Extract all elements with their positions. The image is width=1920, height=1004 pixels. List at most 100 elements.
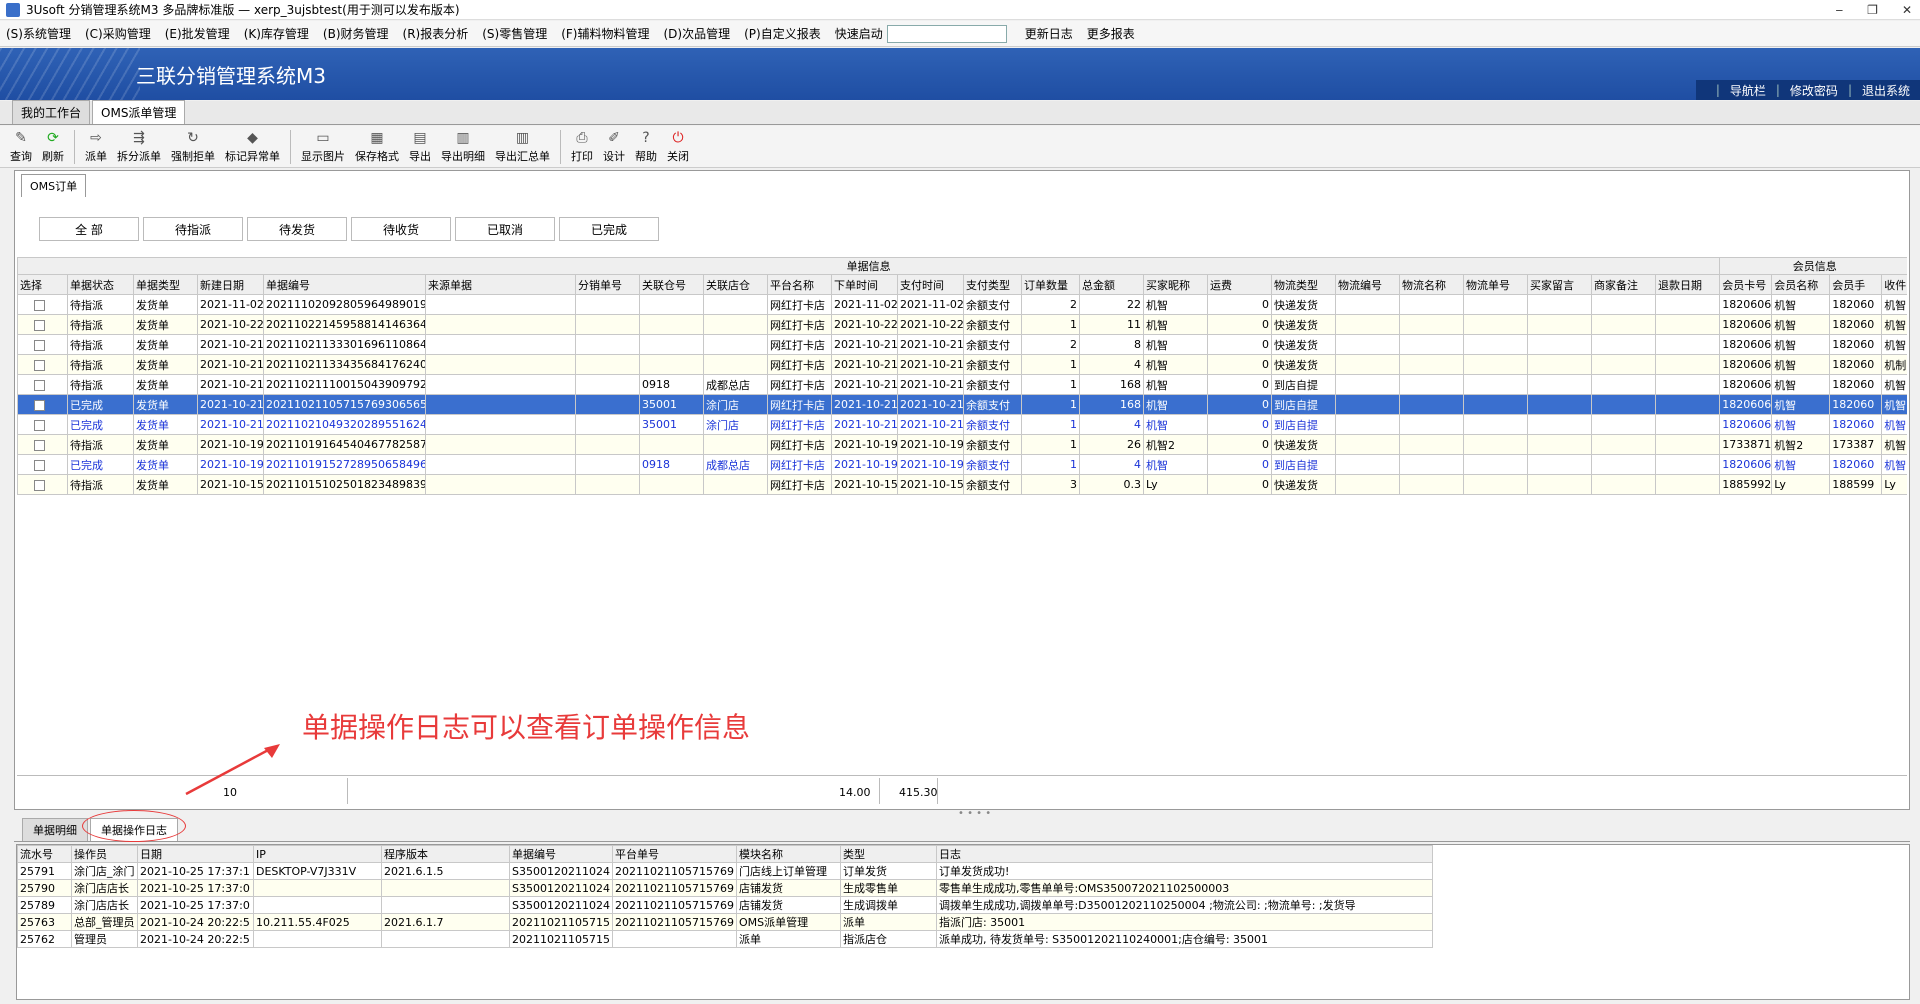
log-column-header[interactable]: IP (253, 845, 382, 863)
column-header[interactable]: 支付时间 (897, 274, 964, 295)
dispatch-button[interactable]: ⇨ 派单 (85, 130, 107, 164)
row-select-cell[interactable] (17, 414, 68, 435)
minimize-button[interactable]: ‒ (1836, 3, 1844, 17)
row-select-cell[interactable] (17, 434, 68, 455)
export-detail-button[interactable]: ▥ 导出明细 (441, 130, 485, 164)
log-row[interactable]: 25763 总部_管理员 2021-10-24 20:22:5 10.211.55.4… (17, 913, 1433, 931)
log-column-header[interactable]: 单据编号 (509, 845, 613, 863)
log-column-header[interactable]: 日期 (137, 845, 254, 863)
query-button[interactable]: ✎ 查询 (10, 130, 32, 164)
column-header[interactable]: 物流类型 (1271, 274, 1336, 295)
column-header[interactable]: 新建日期 (197, 274, 264, 295)
table-row[interactable]: 待指派 发货单 2021-10-21 20211021133435684176240 网… (17, 354, 1907, 375)
menu-reports[interactable]: (R)报表分析 (403, 25, 469, 42)
log-row[interactable]: 25762 管理员 2021-10-24 20:22:5 20211021105715… (17, 930, 1433, 948)
tab-my-workbench[interactable]: 我的工作台 (12, 100, 91, 124)
export-summary-button[interactable]: ▥ 导出汇总单 (495, 130, 550, 164)
table-row[interactable]: 待指派 发货单 2021-10-19 20211019164540467782587 网… (17, 434, 1907, 455)
column-header[interactable]: 选择 (17, 274, 68, 295)
save-format-button[interactable]: ▦ 保存格式 (355, 130, 399, 164)
table-row[interactable]: 待指派 发货单 2021-10-22 20211022145958814146364 网… (17, 314, 1907, 335)
menu-system[interactable]: (S)系统管理 (6, 25, 71, 42)
row-checkbox[interactable] (34, 359, 45, 371)
menu-changelog[interactable]: 更新日志 (1025, 25, 1073, 42)
column-header[interactable]: 会员卡号 (1719, 274, 1773, 295)
refresh-button[interactable]: ⟳ 刷新 (42, 130, 64, 164)
row-select-cell[interactable] (17, 354, 68, 375)
row-checkbox[interactable] (34, 319, 45, 331)
column-header[interactable]: 退款日期 (1654, 274, 1721, 295)
row-checkbox[interactable] (34, 419, 45, 431)
tab-oms-dispatch[interactable]: OMS派单管理 (92, 100, 186, 124)
menu-materials[interactable]: (F)辅料物料管理 (561, 25, 649, 42)
column-header[interactable]: 总金额 (1079, 274, 1144, 295)
row-select-cell[interactable] (17, 454, 68, 475)
force-reject-button[interactable]: ↻ 强制拒单 (171, 130, 215, 164)
menu-retail[interactable]: (S)零售管理 (482, 25, 547, 42)
menu-custom-reports[interactable]: (P)自定义报表 (744, 25, 821, 42)
column-header[interactable]: 单据类型 (133, 274, 198, 295)
column-header[interactable]: 运费 (1207, 274, 1272, 295)
menu-defective[interactable]: (D)次品管理 (664, 25, 731, 42)
column-header[interactable]: 来源单据 (425, 274, 576, 295)
row-select-cell[interactable] (17, 334, 68, 355)
menu-inventory[interactable]: (K)库存管理 (244, 25, 309, 42)
row-select-cell[interactable] (17, 374, 68, 395)
filter-pending-ship-button[interactable]: 待发货 (247, 217, 347, 241)
tab-oms-orders[interactable]: OMS订单 (21, 174, 87, 197)
table-row[interactable]: 已完成 发货单 2021-10-21 20211021105715769306565 3… (17, 394, 1907, 415)
nav-bar-link[interactable]: 导航栏 (1730, 82, 1766, 99)
table-row[interactable]: 待指派 发货单 2021-10-15 20211015102501823489839 网… (17, 474, 1907, 495)
filter-all-button[interactable]: 全 部 (39, 217, 139, 241)
split-dispatch-button[interactable]: ⇶ 拆分派单 (117, 130, 161, 164)
column-header[interactable]: 关联店仓 (703, 274, 768, 295)
log-row[interactable]: 25789 涂门店店长 2021-10-25 17:37:0 S35001202110… (17, 896, 1433, 914)
filter-completed-button[interactable]: 已完成 (559, 217, 659, 241)
change-password-link[interactable]: 修改密码 (1790, 82, 1838, 99)
row-checkbox[interactable] (34, 339, 45, 351)
menu-wholesale[interactable]: (E)批发管理 (165, 25, 230, 42)
menu-finance[interactable]: (B)财务管理 (323, 25, 389, 42)
table-row[interactable]: 待指派 发货单 2021-10-21 20211021110015043909792 0… (17, 374, 1907, 395)
column-header[interactable]: 支付类型 (963, 274, 1022, 295)
quick-start-input[interactable] (886, 24, 1007, 43)
flag-exception-button[interactable]: ◆ 标记异常单 (225, 130, 280, 164)
row-checkbox[interactable] (34, 459, 45, 471)
row-checkbox[interactable] (34, 479, 45, 491)
log-row[interactable]: 25790 涂门店店长 2021-10-25 17:37:0 S35001202110… (17, 879, 1433, 897)
close-window-button[interactable]: ✕ (1902, 3, 1912, 17)
menu-more-reports[interactable]: 更多报表 (1087, 25, 1135, 42)
table-row[interactable]: 待指派 发货单 2021-10-21 20211021133301696110864 网… (17, 334, 1907, 355)
log-column-header[interactable]: 模块名称 (735, 845, 841, 863)
row-checkbox[interactable] (34, 379, 45, 391)
column-header[interactable]: 买家昵称 (1143, 274, 1208, 295)
print-button[interactable]: ⎙ 打印 (571, 130, 593, 164)
column-header[interactable]: 物流单号 (1463, 274, 1528, 295)
log-column-header[interactable]: 操作员 (71, 845, 138, 863)
column-header[interactable]: 物流名称 (1399, 274, 1464, 295)
filter-pending-receive-button[interactable]: 待收货 (351, 217, 451, 241)
help-button[interactable]: ? 帮助 (635, 130, 657, 164)
column-header[interactable]: 分销单号 (575, 274, 640, 295)
log-column-header[interactable]: 日志 (935, 845, 1433, 863)
table-row[interactable]: 已完成 发货单 2021-10-21 20211021049320289551624 3… (17, 414, 1907, 435)
column-header[interactable]: 单据状态 (67, 274, 134, 295)
column-header[interactable]: 下单时间 (831, 274, 898, 295)
show-image-button[interactable]: ▭ 显示图片 (301, 130, 345, 164)
row-checkbox[interactable] (34, 399, 45, 411)
column-header[interactable]: 买家留言 (1527, 274, 1592, 295)
row-checkbox[interactable] (34, 439, 45, 451)
filter-pending-assign-button[interactable]: 待指派 (143, 217, 243, 241)
log-column-header[interactable]: 平台单号 (611, 845, 737, 863)
row-select-cell[interactable] (17, 394, 68, 415)
column-header[interactable]: 单据编号 (263, 274, 426, 295)
column-header[interactable]: 收件 (1881, 274, 1907, 295)
column-header[interactable]: 商家备注 (1591, 274, 1656, 295)
row-select-cell[interactable] (17, 474, 68, 495)
log-row[interactable]: 25791 涂门店_涂门 2021-10-25 17:37:1 DESKTOP-V7J… (17, 862, 1433, 880)
tab-document-detail[interactable]: 单据明细 (22, 818, 88, 841)
log-column-header[interactable]: 流水号 (17, 845, 72, 863)
column-header[interactable]: 会员手 (1829, 274, 1883, 295)
row-select-cell[interactable] (17, 314, 68, 335)
column-header[interactable]: 关联仓号 (639, 274, 704, 295)
